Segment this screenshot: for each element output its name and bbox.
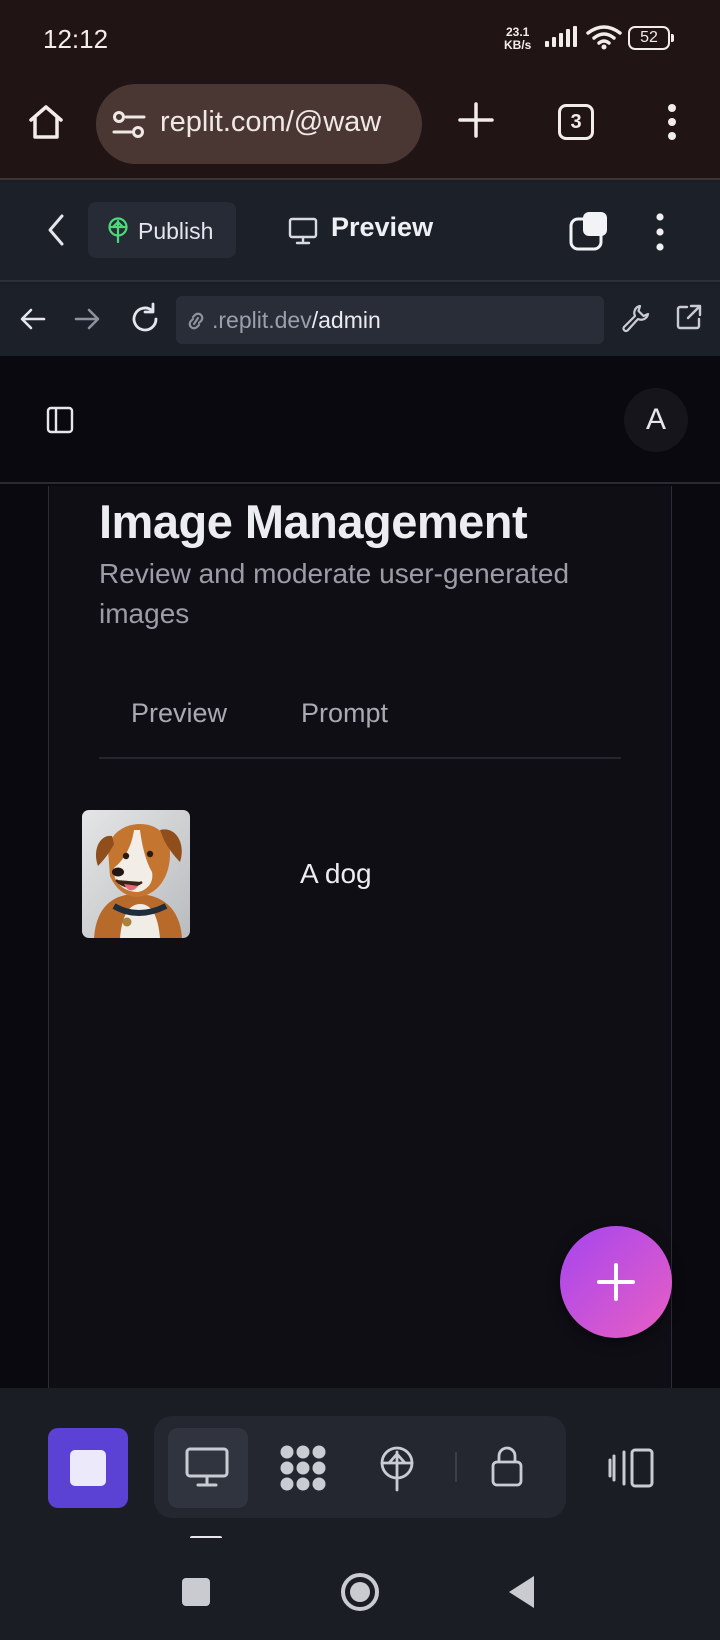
site-settings-icon[interactable] [112,110,146,140]
address-host: .replit.dev [212,307,312,333]
stop-button[interactable] [48,1428,128,1508]
browser-menu-icon[interactable] [662,102,682,142]
link-icon [184,310,208,332]
open-external-icon[interactable] [674,302,704,332]
battery-icon: 52 [628,26,674,50]
monitor-icon [288,216,318,246]
home-icon[interactable] [26,102,66,142]
plus-icon [597,1263,635,1301]
system-navigation-bar [0,1538,720,1640]
reload-icon[interactable] [128,302,162,336]
url-text: replit.com/@waw [160,106,382,138]
tabs-icon[interactable] [568,210,610,252]
network-rate: 23.1 KB/s [504,26,531,52]
extensions-tool-icon[interactable] [278,1444,328,1492]
secrets-lock-icon[interactable] [490,1444,524,1488]
new-tab-icon[interactable] [456,100,496,140]
tool-separator [455,1452,457,1482]
home-circle-icon[interactable] [339,1571,381,1613]
arrow-back-icon[interactable] [18,304,48,334]
preview-tab-title[interactable]: Preview [331,212,433,243]
workspace-toolbar [0,1388,720,1540]
url-bar[interactable]: replit.com/@waw [96,84,422,164]
dog-image[interactable] [82,810,190,938]
network-rate-unit: KB/s [504,38,532,52]
prompt-cell: A dog [300,858,372,889]
more-icon[interactable] [650,212,670,252]
page-subtitle: Review and moderate user-generated image… [99,558,570,629]
tool-group [154,1416,566,1518]
workspace-header: Publish Preview [0,182,720,282]
tab-switcher-icon[interactable]: 3 [558,104,594,140]
webview-nav-bar: .replit.dev/admin [0,284,720,356]
back-triangle-icon[interactable] [506,1574,536,1610]
panels-icon[interactable] [608,1448,656,1488]
app-preview: A Image Management Review and moderate u… [0,356,720,1388]
column-header-prompt: Prompt [301,698,389,728]
publish-button[interactable]: Publish [88,202,236,258]
arrow-forward-icon[interactable] [72,304,102,334]
wrench-icon[interactable] [620,302,652,334]
publish-icon [106,217,130,243]
browser-toolbar: replit.com/@waw 3 [0,78,720,180]
cell-signal-icon [544,26,582,48]
deploy-tool-icon[interactable] [378,1446,416,1492]
webview-address-bar[interactable]: .replit.dev/admin [176,296,604,344]
app-header: A [0,356,720,484]
column-header-preview: Preview [131,698,228,728]
sidebar-toggle-icon[interactable] [46,406,74,434]
address-text: .replit.dev/admin [212,307,381,334]
address-path: /admin [311,307,381,333]
publish-label: Publish [138,218,214,244]
back-chevron-icon[interactable] [44,212,68,248]
add-image-button[interactable] [560,1226,672,1338]
status-bar: 12:12 23.1 KB/s 52 [0,0,720,78]
wifi-icon [586,24,622,50]
table-divider [99,757,621,759]
page-title: Image Management [99,495,528,548]
recents-icon[interactable] [182,1578,210,1606]
avatar[interactable]: A [624,388,688,452]
stop-icon [70,1450,106,1486]
status-time: 12:12 [43,24,109,54]
battery-level: 52 [628,26,670,50]
preview-tool-icon [184,1446,230,1488]
